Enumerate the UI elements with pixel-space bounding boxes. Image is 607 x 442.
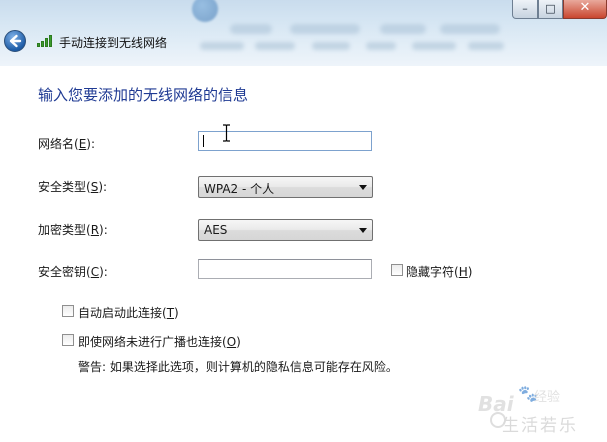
wifi-signal-icon [37, 35, 53, 47]
minimize-button[interactable]: – [512, 0, 538, 19]
connect-hidden-network-checkbox[interactable] [62, 334, 74, 346]
maximize-button[interactable]: □ [538, 0, 563, 19]
watermark: Bai 🐾 经验 生活若乐 [478, 384, 604, 436]
blurred-background [468, 42, 504, 50]
watermark-brand-suffix: 经验 [534, 390, 561, 405]
watermark-site: 生活若乐 [502, 416, 578, 436]
auto-start-label[interactable]: 自动启动此连接(T) [78, 304, 179, 321]
window-title: 手动连接到无线网络 [59, 36, 168, 50]
encryption-type-value: AES [204, 223, 228, 237]
security-key-input[interactable] [198, 259, 372, 279]
minimize-icon: – [522, 2, 528, 15]
chevron-down-icon [359, 185, 367, 190]
back-arrow-icon [9, 34, 22, 48]
maximize-icon: □ [545, 2, 556, 15]
security-type-select[interactable]: WPA2 - 个人 [198, 176, 373, 198]
blurred-background [412, 42, 456, 50]
blurred-background [380, 24, 426, 34]
blurred-background [290, 24, 360, 34]
encryption-type-select[interactable]: AES [198, 219, 373, 241]
blurred-background-icon [192, 0, 218, 22]
security-key-label: 安全密钥(C): [38, 265, 108, 279]
network-name-label: 网络名(E): [38, 137, 96, 151]
text-ibeam-cursor-icon [223, 124, 230, 142]
blurred-background [312, 42, 350, 50]
hide-characters-label[interactable]: 隐藏字符(H) [406, 263, 472, 280]
connect-hidden-network-label[interactable]: 即使网络未进行广播也连接(O) [78, 333, 241, 350]
privacy-warning-text: 警告: 如果选择此选项，则计算机的隐私信息可能存在风险。 [78, 360, 398, 374]
text-caret [203, 135, 204, 147]
security-type-value: WPA2 - 个人 [204, 182, 275, 196]
security-type-label: 安全类型(S): [38, 180, 108, 194]
encryption-type-label: 加密类型(R): [38, 223, 108, 237]
hide-characters-checkbox[interactable] [391, 264, 403, 276]
blurred-background [230, 24, 272, 34]
blurred-background [366, 42, 396, 50]
blurred-background [255, 42, 295, 50]
chevron-down-icon [359, 228, 367, 233]
close-icon: ✕ [579, 0, 591, 15]
blurred-background [440, 24, 500, 34]
title-bar: – □ ✕ 手动连接到无线网络 [0, 0, 607, 66]
close-button[interactable]: ✕ [563, 0, 607, 19]
auto-start-checkbox[interactable] [62, 305, 74, 317]
page-heading: 输入您要添加的无线网络的信息 [38, 86, 249, 104]
blurred-background [200, 42, 244, 50]
back-button[interactable] [4, 30, 26, 52]
